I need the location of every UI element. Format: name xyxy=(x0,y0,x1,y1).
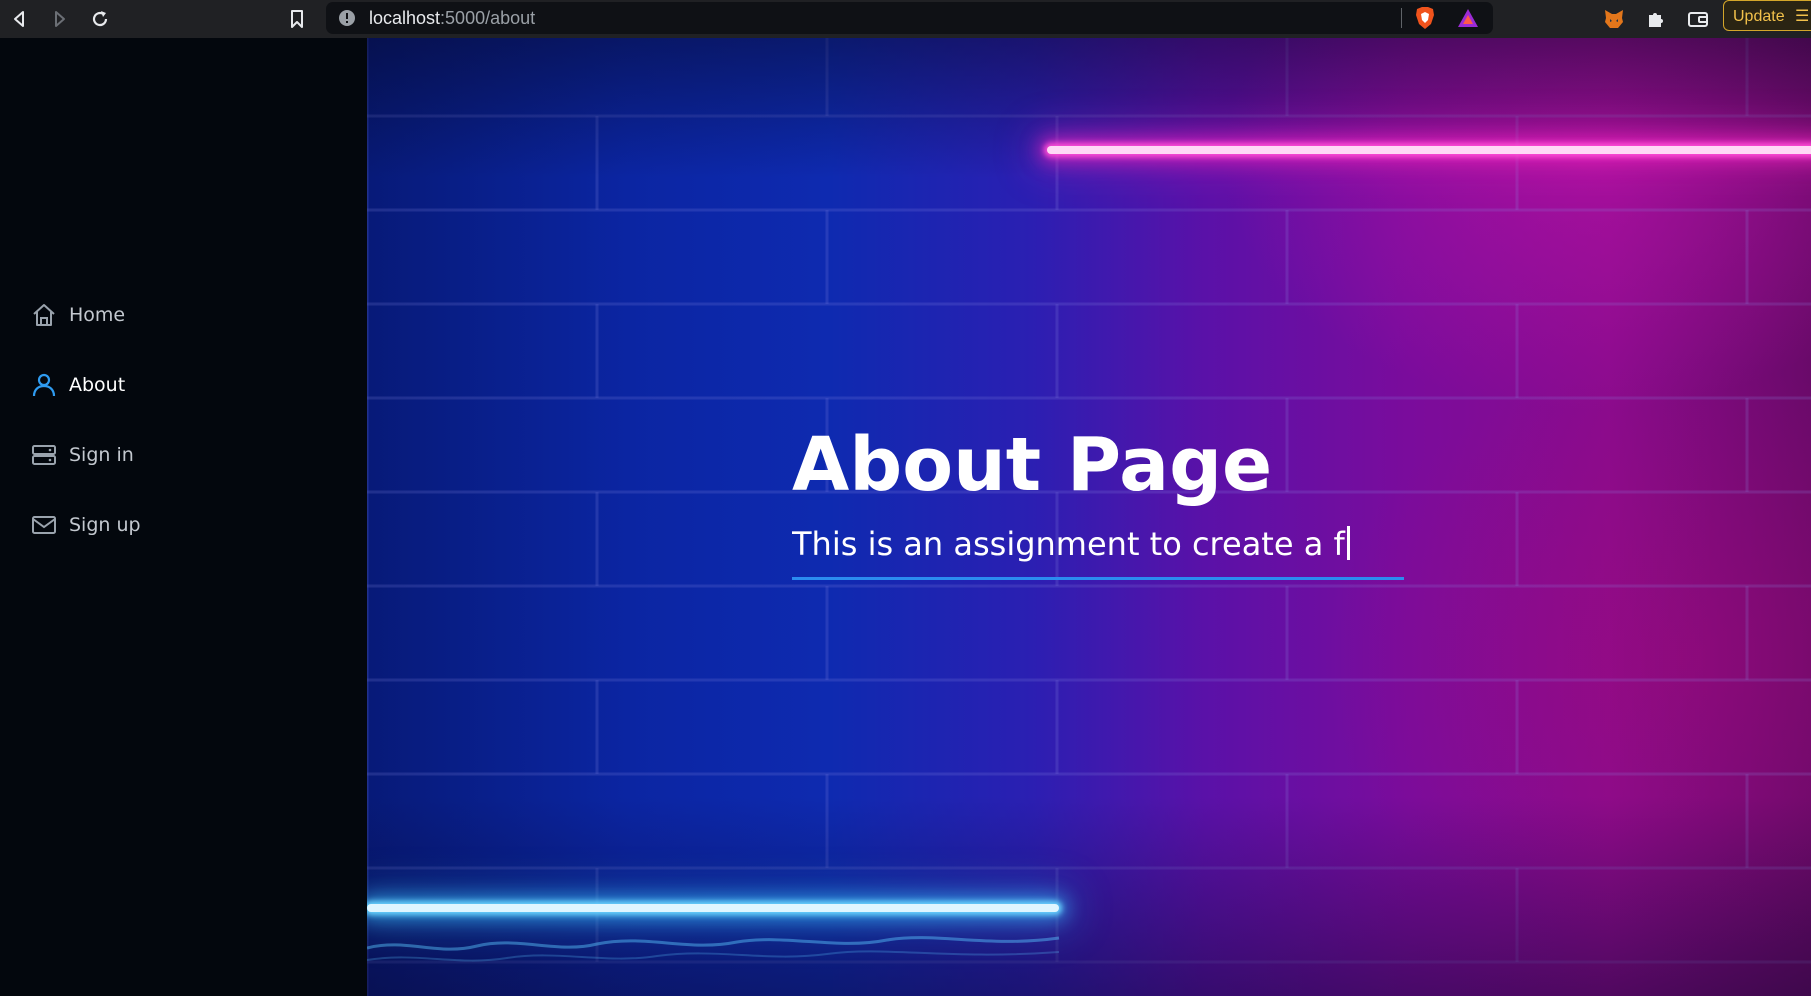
page-title: About Page xyxy=(792,422,1273,508)
brave-shields-icon[interactable] xyxy=(1414,6,1436,30)
forward-arrow-icon xyxy=(55,11,65,27)
sidebar-item-home[interactable]: Home xyxy=(30,299,125,331)
address-divider xyxy=(1401,8,1402,28)
pink-neon-light xyxy=(1047,146,1811,154)
url-path: :5000/about xyxy=(440,8,536,28)
blue-neon-light xyxy=(367,904,1059,912)
sidebar-item-label: Home xyxy=(69,304,126,326)
puzzle-icon xyxy=(1649,13,1663,27)
reload-icon xyxy=(92,11,108,27)
url-text[interactable]: localhost:5000/about xyxy=(369,8,535,29)
subtitle-text: This is an assignment to create a f xyxy=(792,525,1345,563)
back-button[interactable] xyxy=(6,5,34,33)
update-label: Update xyxy=(1733,8,1785,25)
site-info-icon[interactable] xyxy=(338,9,356,27)
forward-button[interactable] xyxy=(45,5,73,33)
bookmark-button[interactable] xyxy=(283,5,311,33)
mail-icon xyxy=(30,511,58,539)
address-bar[interactable]: localhost:5000/about xyxy=(326,2,1493,34)
sidebar-item-sign-in[interactable]: Sign in xyxy=(30,439,134,471)
user-icon xyxy=(30,371,58,399)
sidebar-item-about[interactable]: About xyxy=(30,369,125,401)
url-host: localhost xyxy=(369,8,441,28)
server-icon xyxy=(30,441,58,469)
home-icon xyxy=(30,301,58,329)
bookmark-icon xyxy=(291,10,303,28)
hero-section: About Page This is an assignment to crea… xyxy=(367,38,1811,996)
reload-button[interactable] xyxy=(86,5,114,33)
update-button[interactable]: Update ☰ xyxy=(1723,0,1811,31)
top-shade xyxy=(367,38,1811,178)
wallet-button[interactable] xyxy=(1684,5,1712,33)
back-arrow-icon xyxy=(14,11,24,27)
sidebar-item-label: Sign up xyxy=(69,514,141,536)
sidebar-item-label: About xyxy=(69,374,126,396)
fox-icon xyxy=(1605,10,1623,28)
metamask-extension[interactable] xyxy=(1600,5,1628,33)
sidebar: Home About Sign in Sign up xyxy=(0,38,367,996)
extensions-button[interactable] xyxy=(1642,5,1670,33)
brave-rewards-icon[interactable] xyxy=(1456,7,1480,29)
typing-caret xyxy=(1346,526,1350,560)
menu-icon: ☰ xyxy=(1795,8,1810,25)
browser-toolbar: localhost:5000/about Update ☰ xyxy=(0,0,1811,38)
sidebar-item-label: Sign in xyxy=(69,444,134,466)
sidebar-item-sign-up[interactable]: Sign up xyxy=(30,509,141,541)
typing-subtitle: This is an assignment to create a f xyxy=(792,522,1404,580)
wallet-icon xyxy=(1688,12,1708,27)
neon-reflection-wave xyxy=(367,936,1060,962)
